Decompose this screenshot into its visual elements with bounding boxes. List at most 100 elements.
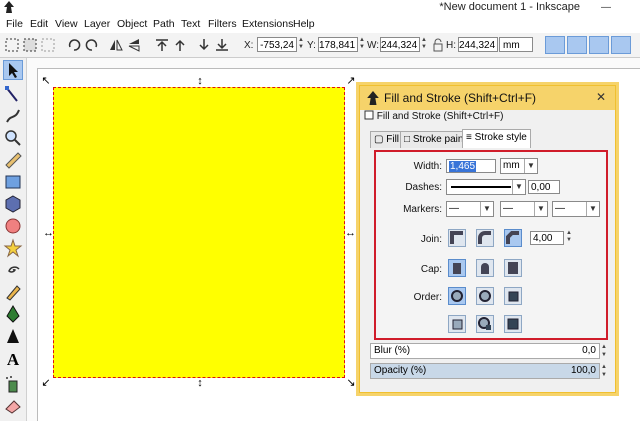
round-cap-button[interactable]: [476, 259, 494, 277]
order-markers-fill-stroke-button[interactable]: [448, 315, 466, 333]
end-marker-select[interactable]: — ▼: [552, 201, 600, 217]
menu-layer[interactable]: Layer: [84, 18, 110, 30]
selector-tool-icon[interactable]: [3, 60, 23, 80]
menu-help[interactable]: Help: [293, 18, 315, 30]
width-input[interactable]: 1,465: [446, 159, 496, 173]
dash-offset-input[interactable]: 0,00: [528, 180, 560, 194]
raise-icon[interactable]: [172, 37, 188, 53]
miter-spinner[interactable]: ▲ ▼: [565, 230, 573, 245]
panel-header: Fill and Stroke (Shift+Ctrl+F): [364, 110, 611, 124]
menu-object[interactable]: Object: [117, 18, 147, 30]
miter-limit-input[interactable]: 4,00: [530, 231, 564, 245]
scale-handle-right[interactable]: ↔: [345, 228, 356, 239]
node-tool-icon[interactable]: [3, 84, 23, 104]
unit-select[interactable]: mm: [499, 37, 533, 52]
menu-extensions[interactable]: Extensions: [242, 18, 293, 30]
order-stroke-fill-markers-button[interactable]: [476, 287, 494, 305]
menu-file[interactable]: File: [6, 18, 23, 30]
flip-vertical-icon[interactable]: [126, 37, 142, 53]
opacity-label: Opacity (%): [374, 365, 427, 376]
x-spinner[interactable]: ▲ ▼: [297, 37, 305, 52]
tab-fill[interactable]: ▢ Fill: [370, 131, 404, 148]
raise-to-top-icon[interactable]: [154, 37, 170, 53]
fill-tab-icon: ▢: [374, 134, 384, 145]
rectangle-tool-icon[interactable]: [3, 172, 23, 192]
minimize-icon[interactable]: —: [596, 0, 616, 15]
x-field[interactable]: -753,24: [257, 37, 297, 52]
yellow-rectangle[interactable]: [53, 87, 345, 378]
scale-handle-top[interactable]: ↕: [195, 76, 205, 87]
order-fill-stroke-markers-button[interactable]: [448, 287, 466, 305]
flip-horizontal-icon[interactable]: [108, 37, 124, 53]
star-tool-icon[interactable]: [3, 238, 23, 258]
mid-marker-select[interactable]: — ▼: [500, 201, 548, 217]
cap-label: Cap:: [420, 264, 442, 275]
lower-to-bottom-icon[interactable]: [214, 37, 230, 53]
tab-stroke-style[interactable]: ≡ Stroke style: [462, 129, 531, 148]
scale-handle-bottom-right[interactable]: ↘: [346, 378, 356, 389]
deselect-icon[interactable]: [40, 37, 56, 53]
round-join-button[interactable]: [476, 229, 494, 247]
menu-text[interactable]: Text: [181, 18, 200, 30]
chevron-down-icon: ▼: [512, 180, 525, 194]
move-patterns-toggle[interactable]: [611, 36, 631, 54]
menu-edit[interactable]: Edit: [30, 18, 48, 30]
rotate-ccw-icon[interactable]: [66, 37, 82, 53]
scale-handle-bottom-left[interactable]: ↙: [41, 378, 51, 389]
ellipse-tool-icon[interactable]: [3, 216, 23, 236]
pen-tool-icon[interactable]: [3, 304, 23, 324]
y-spinner[interactable]: ▲ ▼: [358, 37, 366, 52]
width-value: 1,465: [449, 161, 477, 172]
dashes-select[interactable]: ▼: [446, 179, 526, 195]
zoom-tool-icon[interactable]: [3, 128, 23, 148]
bevel-join-button[interactable]: [504, 229, 522, 247]
scale-handle-top-right[interactable]: ↗: [346, 76, 356, 87]
order-markers-stroke-fill-button[interactable]: [504, 315, 522, 333]
scale-handle-bottom[interactable]: ↕: [195, 378, 205, 389]
lock-proportions-icon[interactable]: [430, 37, 446, 53]
ruler-horizontal[interactable]: [27, 58, 640, 69]
blur-spinner[interactable]: ▲ ▼: [600, 343, 608, 359]
order-stroke-markers-fill-button[interactable]: [476, 315, 494, 333]
menu-view[interactable]: View: [55, 18, 78, 30]
select-all-icon[interactable]: [4, 37, 20, 53]
close-icon[interactable]: ✕: [590, 88, 612, 106]
h-field[interactable]: 244,324: [458, 37, 498, 52]
calligraphy-tool-icon[interactable]: [3, 326, 23, 346]
menu-filters[interactable]: Filters: [208, 18, 237, 30]
w-field[interactable]: 244,324: [380, 37, 420, 52]
text-tool-icon[interactable]: A: [3, 350, 23, 370]
tweak-tool-icon[interactable]: [3, 106, 23, 126]
square-cap-button[interactable]: [504, 259, 522, 277]
lower-icon[interactable]: [196, 37, 212, 53]
opacity-value[interactable]: 100,0: [540, 364, 596, 378]
order-fill-markers-stroke-button[interactable]: [504, 287, 522, 305]
inkscape-logo-icon: [366, 91, 380, 105]
scale-handle-left[interactable]: ↔: [43, 228, 54, 239]
stroke-style-tab-icon: ≡: [466, 132, 472, 143]
blur-value[interactable]: 0,0: [540, 344, 596, 358]
ruler-vertical[interactable]: [27, 68, 38, 421]
scale-corners-toggle[interactable]: [567, 36, 587, 54]
miter-join-button[interactable]: [448, 229, 466, 247]
opacity-spinner[interactable]: ▲ ▼: [600, 363, 608, 379]
w-spinner[interactable]: ▲ ▼: [420, 37, 428, 52]
scale-handle-top-left[interactable]: ↖: [41, 76, 51, 87]
butt-cap-button[interactable]: [448, 259, 466, 277]
tab-stroke-paint[interactable]: □ Stroke paint: [400, 131, 471, 148]
start-marker-select[interactable]: — ▼: [446, 201, 494, 217]
spiral-tool-icon[interactable]: [3, 260, 23, 280]
pencil-tool-icon[interactable]: [3, 282, 23, 302]
width-unit-select[interactable]: mm ▼: [500, 158, 538, 174]
measure-tool-icon[interactable]: [3, 150, 23, 170]
eraser-tool-icon[interactable]: [3, 396, 23, 416]
menu-path[interactable]: Path: [153, 18, 175, 30]
scale-stroke-toggle[interactable]: [545, 36, 565, 54]
y-field[interactable]: 178,841: [318, 37, 358, 52]
fill-stroke-icon: [364, 110, 374, 120]
move-gradients-toggle[interactable]: [589, 36, 609, 54]
3d-box-tool-icon[interactable]: [3, 194, 23, 214]
select-all-layers-icon[interactable]: [22, 37, 38, 53]
rotate-cw-icon[interactable]: [84, 37, 100, 53]
spray-tool-icon[interactable]: [3, 374, 23, 394]
